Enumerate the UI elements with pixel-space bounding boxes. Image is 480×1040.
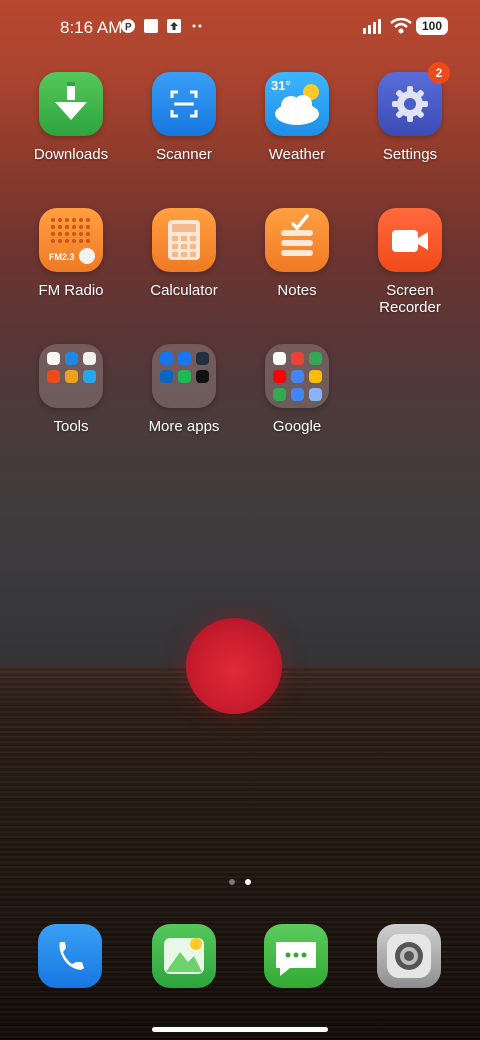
app-label: Notes: [277, 282, 317, 299]
app-label: Screen Recorder: [379, 282, 441, 316]
camera-icon[interactable]: [377, 924, 441, 988]
folder-tools[interactable]: Tools: [15, 344, 127, 435]
folder-icon: [39, 344, 103, 408]
calculator-icon: [152, 208, 216, 272]
app-screen-recorder[interactable]: Screen Recorder: [354, 208, 466, 316]
app-label: More apps: [148, 418, 220, 435]
upload-icon: [166, 18, 182, 34]
app-label: Weather: [268, 146, 326, 163]
app-calculator[interactable]: Calculator: [128, 208, 240, 299]
more-dots-icon: [190, 18, 206, 34]
gallery-icon[interactable]: [152, 924, 216, 988]
app-label: Downloads: [33, 146, 109, 163]
app-downloads[interactable]: Downloads: [15, 72, 127, 163]
p-icon: P: [120, 18, 136, 34]
app-label: FM Radio: [38, 282, 104, 299]
app-label: Google: [272, 418, 322, 435]
square-icon: [143, 18, 159, 34]
messages-icon[interactable]: [264, 924, 328, 988]
app-label: Tools: [53, 418, 89, 435]
svg-text:P: P: [125, 22, 132, 33]
app-notes[interactable]: Notes: [241, 208, 353, 299]
home-gesture-bar[interactable]: [152, 1027, 328, 1032]
app-label: Calculator: [150, 282, 218, 299]
app-weather[interactable]: 31° Weather: [241, 72, 353, 163]
app-fm-radio[interactable]: FM2.3 FM Radio: [15, 208, 127, 299]
notes-icon: [265, 208, 329, 272]
app-settings[interactable]: 2 Settings: [354, 62, 466, 163]
weather-temp: 31°: [271, 78, 291, 93]
app-label: Settings: [382, 146, 438, 163]
weather-icon: 31°: [265, 72, 329, 136]
clock: 8:16 AM: [60, 18, 123, 37]
folder-icon: [265, 344, 329, 408]
fm-frequency: FM2.3: [49, 252, 75, 262]
page-indicator-1[interactable]: [229, 879, 235, 885]
battery-indicator: 100: [416, 17, 448, 35]
wallpaper-sun: [186, 618, 282, 714]
wifi-icon: [390, 17, 412, 34]
downloads-icon: [39, 72, 103, 136]
app-scanner[interactable]: Scanner: [128, 72, 240, 163]
notification-badge: 2: [428, 62, 450, 84]
phone-icon[interactable]: [38, 924, 102, 988]
scanner-icon: [152, 72, 216, 136]
app-label: Scanner: [156, 146, 212, 163]
video-camera-icon: [378, 208, 442, 272]
folder-google[interactable]: Google: [241, 344, 353, 435]
signal-icon: [362, 18, 384, 34]
page-indicator-2[interactable]: [245, 879, 251, 885]
folder-icon: [152, 344, 216, 408]
folder-more-apps[interactable]: More apps: [128, 344, 240, 435]
status-bar: 8:16 AM P 100: [0, 0, 480, 56]
radio-icon: FM2.3: [39, 208, 103, 272]
